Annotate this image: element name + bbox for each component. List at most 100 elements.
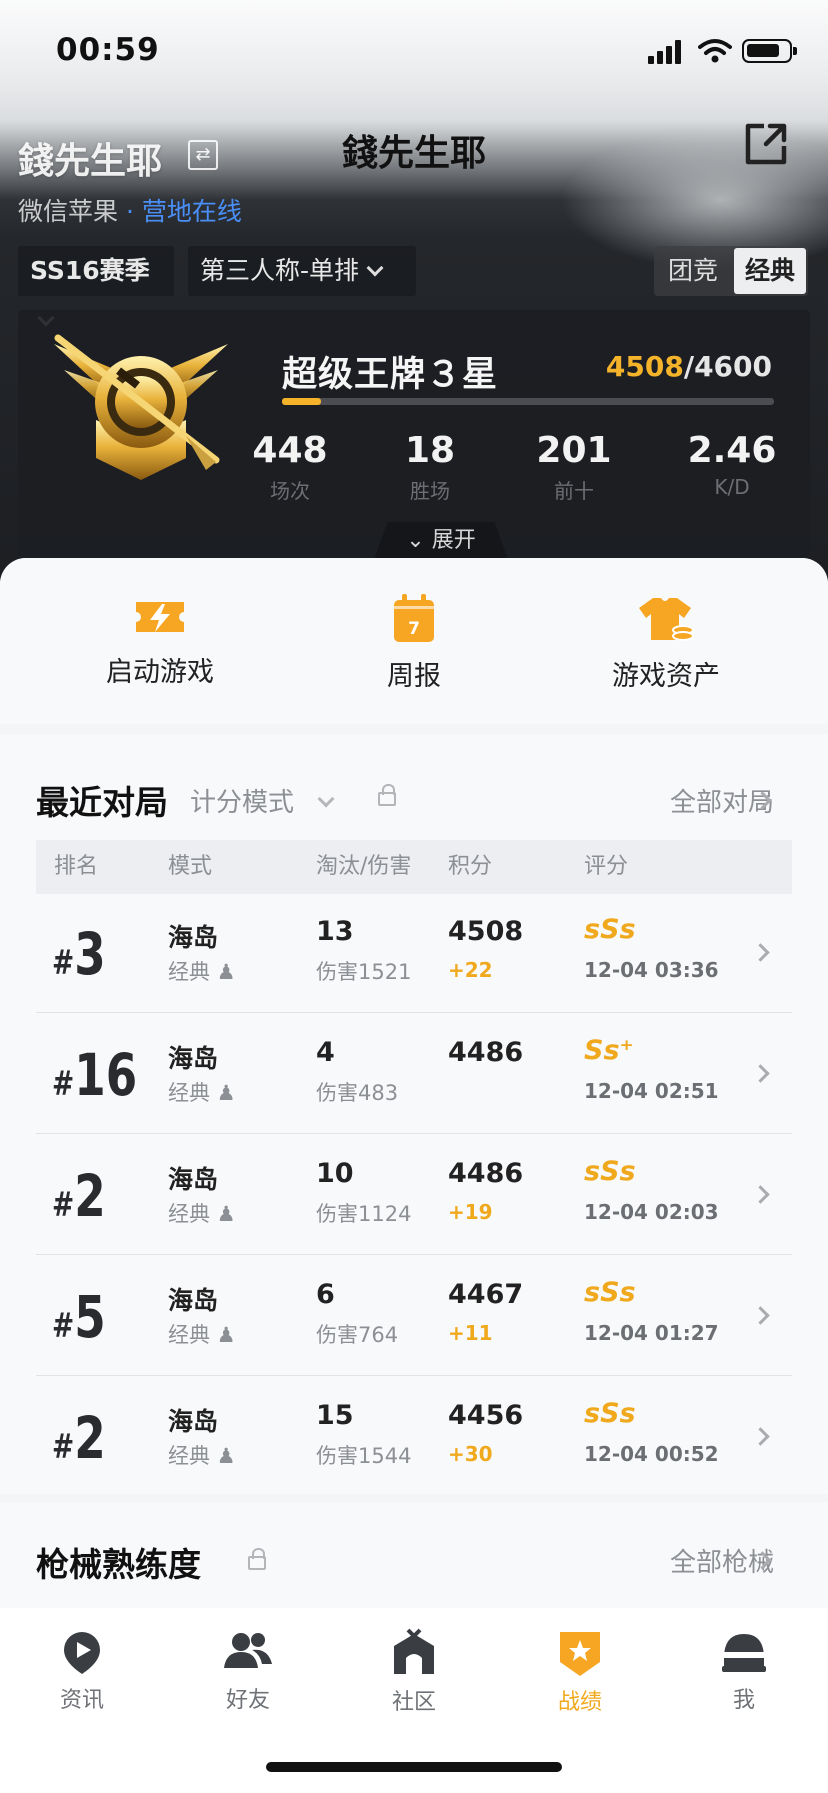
match-rank: #2 [52,1162,106,1230]
match-score: 4486 [448,1158,524,1189]
launch-game-label: 启动游戏 [106,657,214,688]
gun-mastery-title: 枪械熟练度 [36,1545,201,1584]
weekly-report-button[interactable]: 7 周报 [304,594,524,693]
stat-kd: 2.46 K/D [672,430,792,499]
header-mode: 模式 [168,854,213,879]
score-mode-dropdown[interactable]: 计分模式 [190,782,335,819]
match-map: 海岛 [168,923,219,952]
points-separator: / [683,350,695,383]
segment-classic[interactable]: 经典 [734,248,806,294]
chevron-right-icon [751,1064,770,1083]
match-damage: 伤害1544 [316,1444,412,1468]
rank-progress-fill [282,398,322,405]
mode-dropdown[interactable]: 第三人称-单排 [188,246,416,296]
match-grade: sSs [584,1156,636,1187]
stat-wins: 18 胜场 [370,430,490,504]
launch-game-button[interactable]: 启动游戏 [50,594,270,689]
battery-icon [742,39,797,63]
match-kills: 6 [316,1279,335,1310]
lock-icon [378,784,396,806]
stat-value: 448 [252,430,328,471]
quick-actions: 启动游戏 7 周报 游戏资产 [0,558,828,724]
points-target: 4600 [694,350,772,383]
match-kills: 15 [316,1400,354,1431]
rank-number: 2 [74,1162,106,1230]
match-grade: sSs [584,914,636,945]
signal-icon [648,40,686,64]
rank-number: 3 [74,920,106,988]
share-icon[interactable] [742,120,790,168]
tab-community[interactable]: 社区 [354,1628,474,1716]
recent-title: 最近对局 [36,783,168,822]
rank-points: 4508/4600 [606,350,772,383]
chevron-right-icon [751,1306,770,1325]
rank-card: 超级王牌３星 4508/4600 448 场次 18 胜场 201 前十 2.4… [18,310,810,560]
match-row[interactable]: #2 海岛 经典 ♟ 10 伤害1124 4486 +19 sSs 12-04 … [36,1134,792,1255]
points-current: 4508 [605,350,684,383]
game-assets-button[interactable]: 游戏资产 [556,594,776,693]
segment-team[interactable]: 团竞 [654,246,732,296]
match-row[interactable]: #5 海岛 经典 ♟ 6 伤害764 4467 +11 sSs 12-04 01… [36,1255,792,1376]
match-mode: 经典 ♟ [168,1198,236,1228]
chevron-right-icon [751,1185,770,1204]
match-damage: 伤害1124 [316,1202,412,1226]
match-mode: 经典 ♟ [168,956,236,986]
stat-value: 201 [536,430,612,471]
match-score-delta: +22 [448,958,493,982]
tab-records[interactable]: 战绩 [520,1628,640,1716]
rank-hash: # [52,1064,75,1104]
match-mode: 经典 ♟ [168,1319,236,1349]
mode-label: 第三人称-单排 [200,256,360,285]
match-map: 海岛 [168,1286,219,1315]
match-row[interactable]: #2 海岛 经典 ♟ 15 伤害1544 4456 +30 sSs 12-04 … [36,1376,792,1497]
community-house-icon [394,1628,434,1674]
match-damage: 伤害483 [316,1081,399,1105]
stat-matches: 448 场次 [230,430,350,504]
match-score: 4486 [448,1037,524,1068]
match-mode-label: 经典 [168,1444,210,1468]
match-rank: #2 [52,1404,106,1472]
header-score: 积分 [448,854,493,879]
tab-news[interactable]: 资讯 [22,1628,142,1714]
stat-label: K/D [714,475,750,499]
rank-hash: # [52,1306,75,1346]
match-mode-label: 经典 [168,1323,210,1347]
calendar-icon: 7 [394,594,434,642]
match-score-delta: +11 [448,1321,493,1345]
chevron-down-icon [366,259,384,277]
person-icon: ♟ [216,1081,236,1105]
match-score-delta: +19 [448,1200,493,1224]
match-grade: sSs [584,1398,636,1429]
home-indicator [266,1762,562,1772]
rank-tier: 超级王牌３星 [282,355,499,395]
gun-mastery-section: 枪械熟练度 全部枪械 [0,1502,828,1622]
stat-label: 胜场 [410,479,450,503]
header-rank: 排名 [54,854,99,879]
friends-icon [224,1633,272,1668]
match-map: 海岛 [168,1044,219,1073]
match-row[interactable]: #16 海岛 经典 ♟ 4 伤害483 4486 Ss⁺ 12-04 02:51 [36,1013,792,1134]
tab-me[interactable]: 我 [684,1628,804,1714]
match-kills: 4 [316,1037,335,1068]
match-damage: 伤害764 [316,1323,399,1347]
helmet-icon [722,1634,766,1672]
tab-news-label: 资讯 [59,1688,104,1713]
record-badge-icon [560,1632,600,1676]
rank-hash: # [52,943,75,983]
stat-value: 2.46 [687,430,777,471]
shirt-coins-icon [639,598,694,641]
match-mode: 经典 ♟ [168,1440,236,1470]
match-damage: 伤害1521 [316,960,412,984]
expand-label: 展开 [431,528,476,553]
match-map: 海岛 [168,1165,219,1194]
match-row[interactable]: #3 海岛 经典 ♟ 13 伤害1521 4508 +22 sSs 12-04 … [36,892,792,1013]
stat-label: 场次 [270,479,310,503]
match-score: 4467 [448,1279,524,1310]
expand-button[interactable]: ⌄ 展开 [374,522,508,560]
match-grade: Ss⁺ [584,1035,634,1066]
match-date: 12-04 02:03 [584,1200,719,1224]
play-pin-icon [64,1632,100,1674]
person-icon: ♟ [216,1444,236,1468]
tab-friends[interactable]: 好友 [188,1628,308,1714]
season-dropdown[interactable]: SS16赛季 [18,246,174,327]
